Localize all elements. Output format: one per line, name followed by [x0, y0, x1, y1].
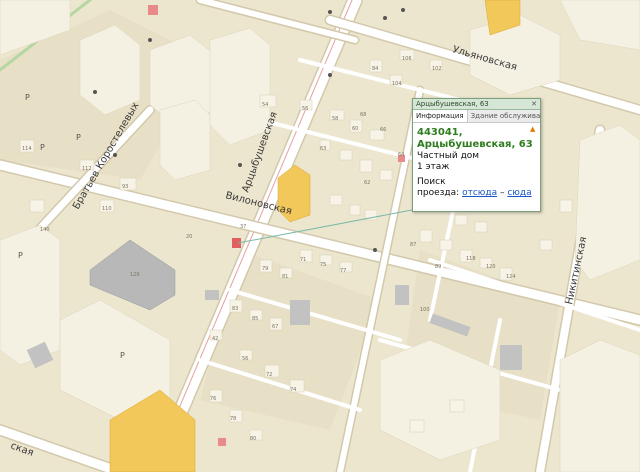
info-popup: Арцыбушевская, 63 ✕ Информация Здание об… — [412, 98, 541, 212]
building-number: 118 — [466, 256, 476, 262]
route-dash: – — [499, 188, 505, 198]
building-number: 37 — [240, 224, 246, 230]
building-number: 77 — [340, 268, 346, 274]
building-number: 110 — [102, 206, 112, 212]
building-number: 74 — [290, 387, 296, 393]
route-to-link[interactable]: сюда — [507, 188, 531, 198]
tab-info[interactable]: Информация — [413, 110, 468, 122]
building-number: 78 — [230, 416, 236, 422]
building-floors: 1 этаж — [417, 162, 450, 172]
building-number: 114 — [22, 146, 32, 152]
building-number: 56 — [302, 106, 308, 112]
building-number: 56 — [242, 356, 248, 362]
close-icon[interactable]: ✕ — [530, 99, 538, 109]
route-prefix: Поиск — [417, 177, 446, 187]
building-number: 63 — [320, 146, 326, 152]
building-number: 66 — [380, 127, 386, 133]
route-search: Поиск проезда: отсюда – сюда — [417, 177, 536, 199]
building-number: 106 — [402, 56, 412, 62]
building-number: 76 — [210, 396, 216, 402]
building-number: 42 — [212, 336, 218, 342]
popup-tabs: Информация Здание обслужива... — [413, 110, 540, 123]
parking-label-3: P — [120, 351, 125, 360]
building-number: 140 — [40, 227, 50, 233]
building-number: 79 — [262, 266, 268, 272]
building-number: 100 — [420, 307, 430, 313]
building-number: 85 — [252, 316, 258, 322]
building-number: 80 — [250, 436, 256, 442]
building-number: 84 — [372, 66, 378, 72]
map-canvas[interactable]: P P P P P 20 37 129 140 62 64 66 68 54 56 58 60 63 87… — [0, 0, 640, 472]
building-number: 129 — [130, 272, 140, 278]
parking-label-2: P — [18, 251, 23, 260]
building-number: 83 — [232, 306, 238, 312]
parking-label-1: P — [76, 133, 81, 142]
building-number: 87 — [410, 242, 416, 248]
building-number: 89 — [435, 264, 441, 270]
building-number: 60 — [352, 126, 358, 132]
parking-label-5: P — [40, 143, 45, 152]
building-number: 58 — [332, 116, 338, 122]
warning-icon[interactable]: ▲ — [530, 126, 537, 133]
parking-label-4: P — [25, 93, 30, 102]
popup-body: 443041, Арцыбушевская, 63 Частный дом 1 … — [413, 123, 540, 199]
route-from-link[interactable]: отсюда — [462, 188, 497, 198]
popup-title: Арцыбушевская, 63 — [416, 100, 489, 108]
map-view[interactable]: P P P P P 20 37 129 140 62 64 66 68 54 56 58 60 63 87… — [0, 0, 640, 472]
building-number: 124 — [506, 274, 516, 280]
building-number: 75 — [320, 262, 326, 268]
building-number: 71 — [300, 257, 306, 263]
building-number: 93 — [122, 184, 128, 190]
route-label: проезда: — [417, 188, 460, 198]
building-type: Частный дом — [417, 151, 480, 161]
building-number: 68 — [360, 112, 366, 118]
building-number: 72 — [266, 372, 272, 378]
popup-titlebar: Арцыбушевская, 63 ✕ — [413, 99, 540, 110]
address-street: Арцыбушевская, 63 — [417, 139, 533, 150]
tab-building[interactable]: Здание обслужива... — [467, 110, 540, 122]
building-number: 62 — [364, 180, 370, 186]
building-number: 67 — [272, 324, 278, 330]
address-postcode: 443041, — [417, 127, 463, 138]
building-number: 104 — [392, 81, 402, 87]
building-number: 54 — [262, 102, 268, 108]
building-number: 20 — [186, 234, 192, 240]
building-number: 64 — [398, 152, 404, 158]
building-number: 81 — [282, 274, 288, 280]
building-number: 102 — [432, 66, 442, 72]
building-number: 120 — [486, 264, 496, 270]
